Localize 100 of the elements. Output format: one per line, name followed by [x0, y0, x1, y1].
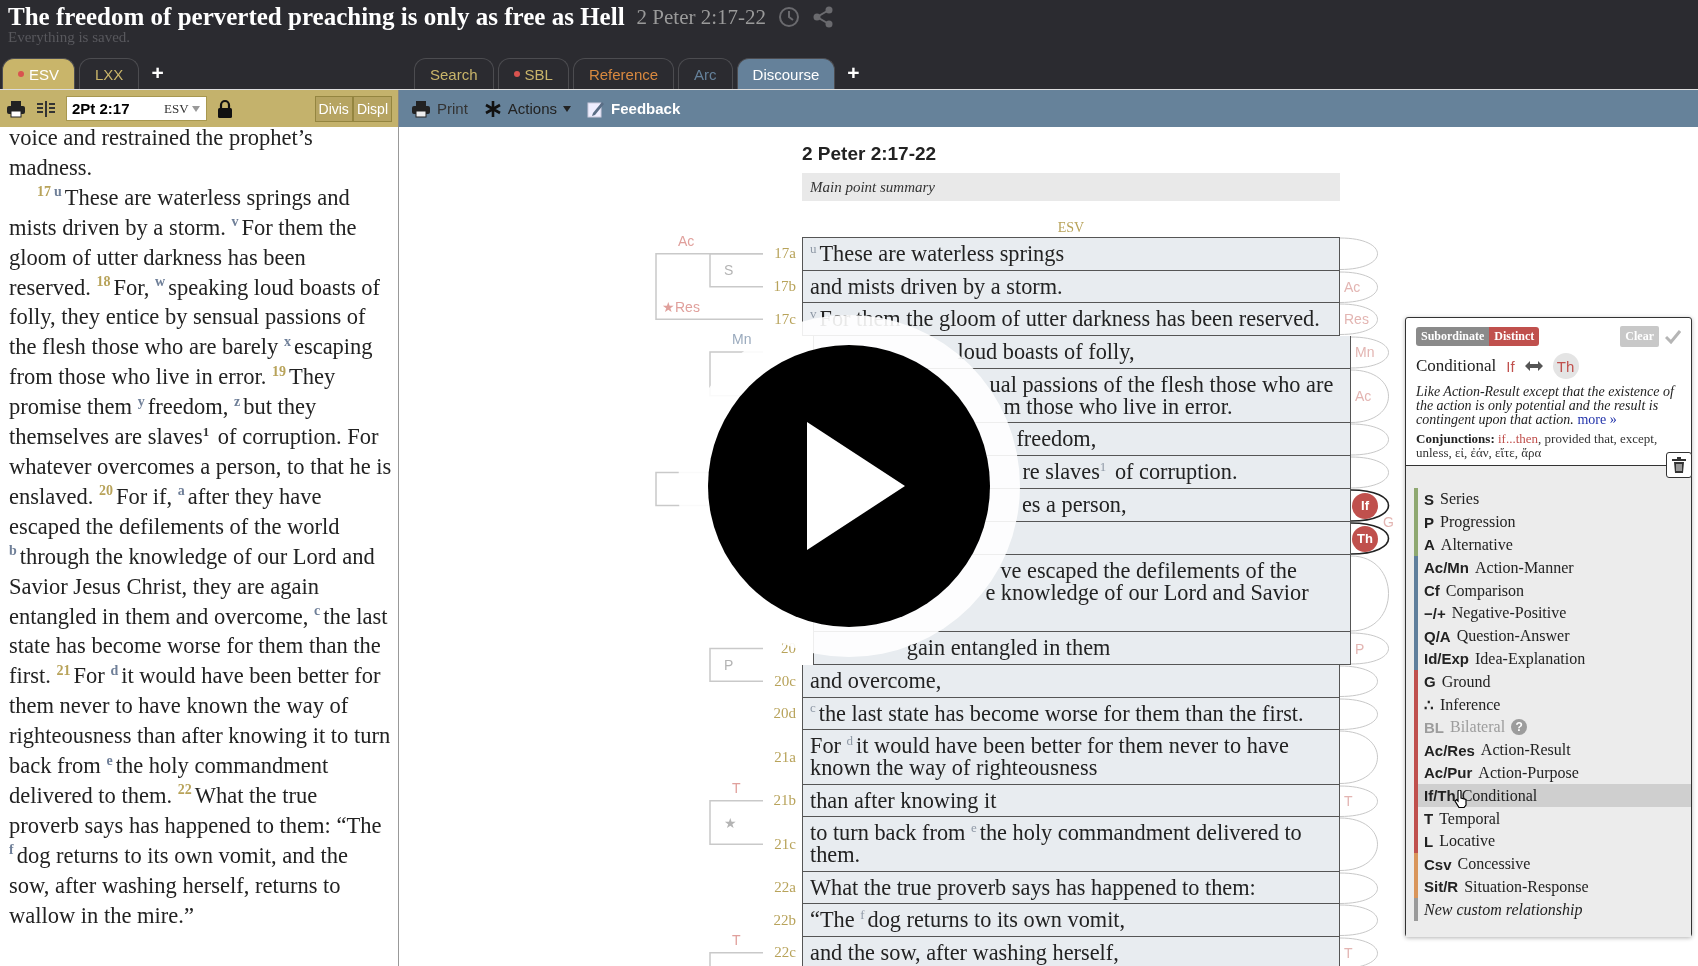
relationship-option[interactable]: Cf Comparison: [1414, 579, 1691, 602]
line-label: 22c: [774, 944, 796, 962]
relation-tag: Subordinate: [1416, 327, 1490, 346]
relation-label: S: [724, 262, 734, 279]
relation-label: Ac: [1344, 278, 1361, 295]
relationship-option[interactable]: ∴ Inference: [1414, 693, 1691, 716]
line-label: 20d: [773, 705, 796, 723]
clause-cell: What the true proverb says has happened to them:: [802, 871, 1340, 904]
line-label: 17c: [774, 310, 796, 328]
relationship-option[interactable]: If/Th Conditional: [1414, 784, 1691, 808]
relation-tag: Distinct: [1489, 327, 1540, 346]
relationship-option[interactable]: L Locative: [1414, 829, 1691, 853]
lock-icon[interactable]: [216, 98, 233, 119]
clause-cell: $^{u}$These are waterless springs: [802, 237, 1340, 271]
clock-icon[interactable]: [778, 6, 801, 28]
arc-drawing: [1351, 456, 1390, 489]
clause-cell: and mists driven by a storm.: [802, 270, 1340, 303]
relation-label: P: [724, 656, 734, 673]
line-label: 20: [781, 640, 796, 657]
relation-label: ★: [724, 814, 737, 831]
scripture-paragraph: voice and restrained the prophet’s madness.: [9, 127, 314, 182]
clause-cell: “The $^{f}$dog returns to its own vomit,: [802, 904, 1340, 937]
version-label: ESV: [1057, 220, 1085, 236]
add-tab-button[interactable]: +: [143, 57, 172, 88]
arc-drawing: [1340, 303, 1379, 336]
arc-drawing: [1340, 665, 1379, 698]
bracket: [709, 952, 764, 966]
line-label: 21c: [774, 835, 796, 853]
passage-heading: 2 Peter 2:17-22: [802, 143, 938, 165]
relationship-option[interactable]: A Alternative: [1414, 533, 1691, 557]
tab[interactable]: Discourse: [736, 58, 836, 89]
relation-badge[interactable]: Th: [1352, 525, 1378, 552]
share-icon[interactable]: [812, 6, 835, 28]
line-label: 20c: [774, 672, 796, 690]
relationship-option[interactable]: Ac/Mn Action-Manner: [1414, 556, 1691, 580]
arc-drawing: [1340, 270, 1379, 303]
relation-label: Mn: [1355, 344, 1375, 360]
clause-cell: and the sow, after washing herself,: [802, 936, 1340, 966]
columns-icon[interactable]: [36, 99, 56, 118]
relation-label: P: [1355, 640, 1365, 657]
relation-label: Ac: [678, 232, 695, 249]
relationship-option[interactable]: Sit/R Situation-Response: [1414, 875, 1691, 899]
clause-cell: and overcome,: [802, 665, 1340, 698]
pencil-note-icon: [587, 99, 606, 118]
relationship-option[interactable]: G Ground: [1414, 670, 1691, 694]
relationship-option[interactable]: Id/Exp Idea-Explanation: [1414, 647, 1691, 671]
line-label: 21a: [774, 748, 796, 766]
trash-icon: [1672, 457, 1686, 473]
relationship-option[interactable]: −/+ Negative-Positive: [1414, 602, 1691, 625]
relation-label: Res: [1344, 311, 1369, 328]
relation-label: ★Res: [662, 299, 700, 316]
add-tab-button[interactable]: +: [839, 57, 868, 88]
toolbar-button[interactable]: Feedback: [587, 99, 681, 118]
relation-description: Like Action-Result except that the existence of the action is only potential and the result is contingent upon that action. more »: [1416, 385, 1677, 427]
bracket: [709, 800, 764, 845]
conjunctions-text: Conjunctions: if...then, provided that, except, unless, εἰ, ἐάν, εἴτε, ἄρα: [1416, 432, 1659, 460]
relation-label: Th: [1552, 353, 1579, 379]
document-title: The freedom of perverted preaching is only as free as Hell: [8, 3, 625, 31]
checkmark-icon[interactable]: [1665, 329, 1681, 344]
relation-badge[interactable]: If: [1352, 492, 1378, 519]
relation-label: Mn: [732, 331, 752, 347]
relation-label: If: [1506, 357, 1515, 375]
clause-cell: $^{c}$the last state has become worse for them than the first.: [802, 697, 1340, 730]
clause-cell: to turn back from $^{e}$the holy commandment delivered to them.: [802, 817, 1340, 872]
toolbar-button[interactable]: Actions: [483, 99, 572, 118]
relation-label: T: [1344, 792, 1353, 809]
passage-reference: 2 Peter 2:17-22: [636, 4, 767, 30]
relationship-option[interactable]: T Temporal: [1414, 807, 1691, 830]
relation-label: T: [1344, 944, 1353, 961]
more-link[interactable]: more »: [1577, 412, 1617, 427]
line-label: 21b: [773, 792, 796, 810]
relationship-option[interactable]: Ac/Res Action-Result: [1414, 738, 1691, 762]
summary-field[interactable]: Main point summary: [802, 173, 1340, 201]
arc-drawing: [1340, 904, 1379, 937]
tab[interactable]: LXX: [79, 58, 140, 89]
relationship-option[interactable]: S Series: [1414, 488, 1691, 511]
caret-icon: [563, 105, 572, 112]
tab[interactable]: SBL: [497, 58, 569, 89]
line-label: 22b: [773, 911, 796, 929]
arc-drawing: [1340, 237, 1379, 271]
relationship-option[interactable]: P Progression: [1414, 510, 1691, 534]
print-icon[interactable]: [6, 99, 26, 118]
line-label: 22a: [774, 879, 796, 897]
clause-cell: For $^{d}$it would have been better for them never to have known the way of righteousness: [802, 730, 1340, 785]
print-icon: [411, 99, 431, 118]
relationship-option[interactable]: Q/A Question-Answer: [1414, 624, 1691, 648]
relationship-option[interactable]: Csv Concessive: [1414, 852, 1691, 876]
tab[interactable]: Reference: [572, 58, 675, 89]
line-label: 17a: [774, 245, 796, 263]
line-label: 17b: [773, 278, 796, 296]
asterisk-icon: [483, 99, 502, 118]
relation-label: G: [1383, 514, 1394, 530]
relation-label: Ac: [1355, 387, 1372, 404]
relation-label: T: [732, 779, 741, 796]
relation-name: Conditional: [1416, 356, 1497, 376]
tab[interactable]: Search: [414, 58, 494, 89]
arc-drawing: [1340, 936, 1379, 966]
delete-button[interactable]: [1666, 452, 1692, 478]
relation-label: T: [732, 931, 741, 948]
relationship-option[interactable]: New custom relationship: [1414, 898, 1691, 922]
